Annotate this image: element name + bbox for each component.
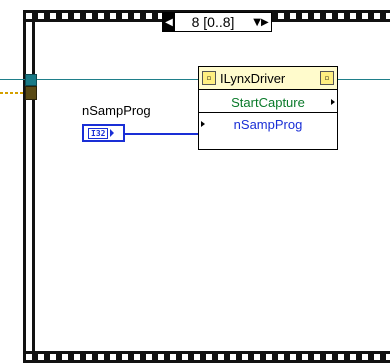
sequence-frame-left-border <box>23 10 35 363</box>
control-label[interactable]: nSampProg <box>82 103 151 118</box>
invoke-node-body: StartCapture nSampProg <box>198 90 338 150</box>
i32-type-label: I32 <box>88 127 109 139</box>
refnum-tunnel-icon[interactable] <box>25 74 37 86</box>
row-divider <box>199 112 337 113</box>
block-diagram-canvas[interactable]: ◀ 8 [0..8] ▼▶ nSampProg I32 ▫ ILynxDrive… <box>0 0 390 363</box>
refnum-out-icon: ▫ <box>320 71 334 85</box>
error-wire[interactable] <box>0 92 25 94</box>
selector-increment-icon[interactable]: ▼▶ <box>251 13 271 31</box>
error-tunnel-icon[interactable] <box>25 86 37 100</box>
invoke-node-class: ILynxDriver <box>220 70 286 86</box>
frame-selector[interactable]: ◀ 8 [0..8] ▼▶ <box>162 12 272 32</box>
i32-control-terminal[interactable]: I32 <box>82 124 125 142</box>
invoke-node-header[interactable]: ▫ ILynxDriver ▫ <box>198 66 338 90</box>
refnum-in-icon: ▫ <box>202 71 216 85</box>
method-name[interactable]: StartCapture <box>199 92 337 112</box>
i32-wire-segment[interactable] <box>125 133 157 135</box>
invoke-node[interactable]: ▫ ILynxDriver ▫ StartCapture nSampProg <box>198 66 338 150</box>
sequence-frame-bottom-border <box>23 351 390 363</box>
method-output-pin-icon <box>331 99 335 105</box>
output-arrow-icon <box>110 129 115 137</box>
selector-decrement-icon[interactable]: ◀ <box>163 13 175 31</box>
selector-value: 8 [0..8] <box>191 14 235 30</box>
method-parameter[interactable]: nSampProg <box>199 114 337 134</box>
i32-wire-segment-2[interactable] <box>157 133 198 135</box>
